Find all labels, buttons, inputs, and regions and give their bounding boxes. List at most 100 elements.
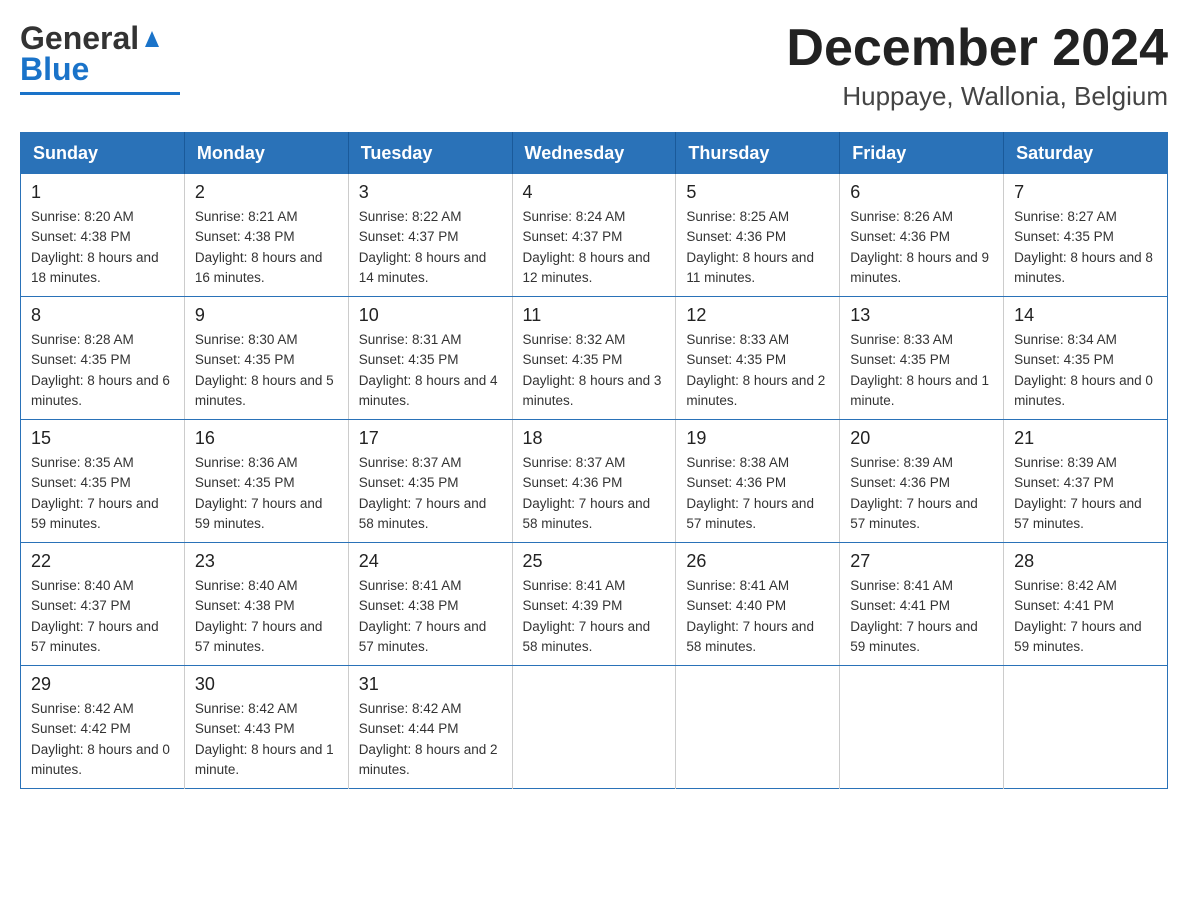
- calendar-day-cell: 13 Sunrise: 8:33 AM Sunset: 4:35 PM Dayl…: [840, 297, 1004, 420]
- calendar-day-cell: 6 Sunrise: 8:26 AM Sunset: 4:36 PM Dayli…: [840, 174, 1004, 297]
- sunset-text: Sunset: 4:35 PM: [359, 352, 459, 367]
- day-info: Sunrise: 8:32 AM Sunset: 4:35 PM Dayligh…: [523, 330, 666, 411]
- day-number: 27: [850, 551, 993, 572]
- daylight-text: Daylight: 8 hours and 3 minutes.: [523, 373, 662, 408]
- day-number: 2: [195, 182, 338, 203]
- sunset-text: Sunset: 4:37 PM: [359, 229, 459, 244]
- day-info: Sunrise: 8:40 AM Sunset: 4:38 PM Dayligh…: [195, 576, 338, 657]
- day-number: 17: [359, 428, 502, 449]
- day-info: Sunrise: 8:30 AM Sunset: 4:35 PM Dayligh…: [195, 330, 338, 411]
- calendar-day-cell: 31 Sunrise: 8:42 AM Sunset: 4:44 PM Dayl…: [348, 666, 512, 789]
- calendar-day-cell: 22 Sunrise: 8:40 AM Sunset: 4:37 PM Dayl…: [21, 543, 185, 666]
- day-number: 12: [686, 305, 829, 326]
- calendar-day-cell: 17 Sunrise: 8:37 AM Sunset: 4:35 PM Dayl…: [348, 420, 512, 543]
- calendar-day-cell: 5 Sunrise: 8:25 AM Sunset: 4:36 PM Dayli…: [676, 174, 840, 297]
- day-number: 23: [195, 551, 338, 572]
- calendar-day-cell: 25 Sunrise: 8:41 AM Sunset: 4:39 PM Dayl…: [512, 543, 676, 666]
- sunset-text: Sunset: 4:36 PM: [686, 475, 786, 490]
- sunset-text: Sunset: 4:37 PM: [523, 229, 623, 244]
- sunrise-text: Sunrise: 8:34 AM: [1014, 332, 1117, 347]
- day-info: Sunrise: 8:39 AM Sunset: 4:36 PM Dayligh…: [850, 453, 993, 534]
- sunrise-text: Sunrise: 8:27 AM: [1014, 209, 1117, 224]
- calendar-day-cell: 14 Sunrise: 8:34 AM Sunset: 4:35 PM Dayl…: [1004, 297, 1168, 420]
- sunrise-text: Sunrise: 8:40 AM: [31, 578, 134, 593]
- calendar-day-cell: 7 Sunrise: 8:27 AM Sunset: 4:35 PM Dayli…: [1004, 174, 1168, 297]
- sunrise-text: Sunrise: 8:21 AM: [195, 209, 298, 224]
- day-number: 30: [195, 674, 338, 695]
- day-info: Sunrise: 8:25 AM Sunset: 4:36 PM Dayligh…: [686, 207, 829, 288]
- daylight-text: Daylight: 8 hours and 14 minutes.: [359, 250, 487, 285]
- sunset-text: Sunset: 4:41 PM: [850, 598, 950, 613]
- sunset-text: Sunset: 4:35 PM: [195, 475, 295, 490]
- sunset-text: Sunset: 4:38 PM: [31, 229, 131, 244]
- day-number: 29: [31, 674, 174, 695]
- sunrise-text: Sunrise: 8:38 AM: [686, 455, 789, 470]
- calendar-day-cell: 10 Sunrise: 8:31 AM Sunset: 4:35 PM Dayl…: [348, 297, 512, 420]
- logo-underline: [20, 92, 180, 95]
- day-number: 16: [195, 428, 338, 449]
- sunset-text: Sunset: 4:35 PM: [1014, 352, 1114, 367]
- calendar-day-header: Monday: [184, 133, 348, 175]
- day-info: Sunrise: 8:22 AM Sunset: 4:37 PM Dayligh…: [359, 207, 502, 288]
- sunset-text: Sunset: 4:40 PM: [686, 598, 786, 613]
- calendar-day-cell: 15 Sunrise: 8:35 AM Sunset: 4:35 PM Dayl…: [21, 420, 185, 543]
- day-info: Sunrise: 8:40 AM Sunset: 4:37 PM Dayligh…: [31, 576, 174, 657]
- calendar-day-cell: [676, 666, 840, 789]
- calendar-day-cell: 16 Sunrise: 8:36 AM Sunset: 4:35 PM Dayl…: [184, 420, 348, 543]
- daylight-text: Daylight: 7 hours and 58 minutes.: [523, 619, 651, 654]
- calendar-week-row: 8 Sunrise: 8:28 AM Sunset: 4:35 PM Dayli…: [21, 297, 1168, 420]
- day-info: Sunrise: 8:41 AM Sunset: 4:40 PM Dayligh…: [686, 576, 829, 657]
- calendar-week-row: 29 Sunrise: 8:42 AM Sunset: 4:42 PM Dayl…: [21, 666, 1168, 789]
- sunrise-text: Sunrise: 8:35 AM: [31, 455, 134, 470]
- calendar-day-cell: 3 Sunrise: 8:22 AM Sunset: 4:37 PM Dayli…: [348, 174, 512, 297]
- sunrise-text: Sunrise: 8:24 AM: [523, 209, 626, 224]
- daylight-text: Daylight: 8 hours and 9 minutes.: [850, 250, 989, 285]
- day-info: Sunrise: 8:36 AM Sunset: 4:35 PM Dayligh…: [195, 453, 338, 534]
- sunrise-text: Sunrise: 8:25 AM: [686, 209, 789, 224]
- daylight-text: Daylight: 8 hours and 6 minutes.: [31, 373, 170, 408]
- calendar-day-cell: 28 Sunrise: 8:42 AM Sunset: 4:41 PM Dayl…: [1004, 543, 1168, 666]
- sunset-text: Sunset: 4:38 PM: [195, 229, 295, 244]
- daylight-text: Daylight: 7 hours and 59 minutes.: [1014, 619, 1142, 654]
- sunset-text: Sunset: 4:38 PM: [195, 598, 295, 613]
- day-info: Sunrise: 8:37 AM Sunset: 4:35 PM Dayligh…: [359, 453, 502, 534]
- daylight-text: Daylight: 8 hours and 16 minutes.: [195, 250, 323, 285]
- calendar-day-cell: 2 Sunrise: 8:21 AM Sunset: 4:38 PM Dayli…: [184, 174, 348, 297]
- calendar-day-header: Wednesday: [512, 133, 676, 175]
- day-info: Sunrise: 8:37 AM Sunset: 4:36 PM Dayligh…: [523, 453, 666, 534]
- calendar-day-header: Friday: [840, 133, 1004, 175]
- calendar-day-cell: [512, 666, 676, 789]
- day-info: Sunrise: 8:42 AM Sunset: 4:44 PM Dayligh…: [359, 699, 502, 780]
- daylight-text: Daylight: 8 hours and 8 minutes.: [1014, 250, 1153, 285]
- day-info: Sunrise: 8:24 AM Sunset: 4:37 PM Dayligh…: [523, 207, 666, 288]
- daylight-text: Daylight: 8 hours and 2 minutes.: [359, 742, 498, 777]
- calendar-day-cell: 23 Sunrise: 8:40 AM Sunset: 4:38 PM Dayl…: [184, 543, 348, 666]
- day-number: 19: [686, 428, 829, 449]
- sunrise-text: Sunrise: 8:30 AM: [195, 332, 298, 347]
- daylight-text: Daylight: 8 hours and 1 minute.: [850, 373, 989, 408]
- calendar-day-cell: 21 Sunrise: 8:39 AM Sunset: 4:37 PM Dayl…: [1004, 420, 1168, 543]
- day-number: 20: [850, 428, 993, 449]
- calendar-day-header: Thursday: [676, 133, 840, 175]
- daylight-text: Daylight: 8 hours and 2 minutes.: [686, 373, 825, 408]
- day-info: Sunrise: 8:42 AM Sunset: 4:43 PM Dayligh…: [195, 699, 338, 780]
- daylight-text: Daylight: 8 hours and 4 minutes.: [359, 373, 498, 408]
- sunrise-text: Sunrise: 8:22 AM: [359, 209, 462, 224]
- logo-blue-text: Blue: [20, 51, 180, 88]
- daylight-text: Daylight: 7 hours and 59 minutes.: [31, 496, 159, 531]
- sunrise-text: Sunrise: 8:40 AM: [195, 578, 298, 593]
- calendar-day-cell: 26 Sunrise: 8:41 AM Sunset: 4:40 PM Dayl…: [676, 543, 840, 666]
- daylight-text: Daylight: 8 hours and 11 minutes.: [686, 250, 814, 285]
- day-number: 7: [1014, 182, 1157, 203]
- day-number: 22: [31, 551, 174, 572]
- day-number: 24: [359, 551, 502, 572]
- daylight-text: Daylight: 8 hours and 18 minutes.: [31, 250, 159, 285]
- calendar-day-cell: [840, 666, 1004, 789]
- day-number: 6: [850, 182, 993, 203]
- day-info: Sunrise: 8:20 AM Sunset: 4:38 PM Dayligh…: [31, 207, 174, 288]
- daylight-text: Daylight: 8 hours and 0 minutes.: [31, 742, 170, 777]
- daylight-text: Daylight: 8 hours and 1 minute.: [195, 742, 334, 777]
- calendar-day-header: Tuesday: [348, 133, 512, 175]
- calendar-day-cell: 29 Sunrise: 8:42 AM Sunset: 4:42 PM Dayl…: [21, 666, 185, 789]
- day-info: Sunrise: 8:41 AM Sunset: 4:39 PM Dayligh…: [523, 576, 666, 657]
